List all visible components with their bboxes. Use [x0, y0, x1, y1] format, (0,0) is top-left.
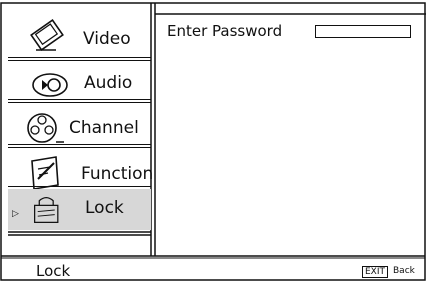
menu-label-function: Function: [81, 164, 154, 184]
enter-password-label: Enter Password: [167, 22, 283, 40]
menu-label-audio: Audio: [84, 73, 133, 93]
video-icon: [30, 19, 64, 51]
menu-label-lock: Lock: [85, 198, 124, 218]
menu-label-channel: Channel: [69, 118, 139, 138]
password-input[interactable]: [315, 25, 411, 38]
footer-title: Lock: [36, 262, 71, 280]
menu-label-video: Video: [83, 29, 131, 49]
back-label: Back: [393, 266, 415, 276]
menu-item-video[interactable]: Video: [8, 12, 151, 60]
menu-item-lock[interactable]: ▷ Lock: [8, 189, 151, 230]
lock-icon: [34, 197, 59, 223]
selection-arrow-icon: ▷: [12, 209, 19, 219]
exit-key-badge[interactable]: EXIT: [362, 266, 389, 278]
menu-item-channel[interactable]: Channel: [8, 102, 151, 150]
